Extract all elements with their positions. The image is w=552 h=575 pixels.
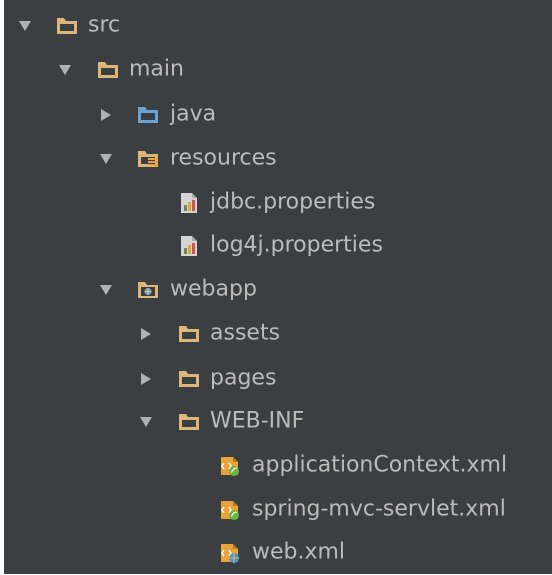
spring-xml-file-icon (218, 499, 242, 521)
tree-node-label: jdbc.properties (210, 189, 376, 215)
tree-node-label: webapp (170, 276, 257, 302)
tree-node-label: resources (170, 145, 277, 171)
tree-node-main[interactable]: main (4, 48, 552, 92)
tree-node-java[interactable]: java (4, 93, 552, 137)
tree-node-label: main (129, 56, 184, 82)
expand-arrow-icon[interactable] (140, 417, 152, 427)
tree-node-label: log4j.properties (210, 232, 383, 258)
collapse-arrow-icon[interactable] (141, 373, 151, 385)
folder-icon (55, 15, 79, 37)
folder-icon (96, 59, 120, 81)
tree-node-label: src (88, 12, 121, 38)
folder-icon (177, 411, 201, 433)
tree-node-src[interactable]: src (4, 4, 552, 48)
tree-node-label: pages (210, 365, 277, 391)
tree-node-label: web.xml (252, 539, 346, 565)
expand-arrow-icon[interactable] (100, 285, 112, 295)
folder-icon (177, 368, 201, 390)
collapse-arrow-icon[interactable] (141, 328, 151, 340)
tree-node-web-inf[interactable]: WEB-INF (4, 400, 552, 444)
collapse-arrow-icon[interactable] (101, 109, 111, 121)
tree-node-jdbc-properties[interactable]: jdbc.properties (4, 181, 552, 225)
tree-node-label: java (170, 101, 217, 127)
tree-node-log4j-properties[interactable]: log4j.properties (4, 224, 552, 268)
spring-xml-file-icon (218, 455, 242, 477)
tree-node-spring-mvc-servlet-xml[interactable]: spring-mvc-servlet.xml (4, 488, 552, 532)
tree-node-webapp[interactable]: webapp (4, 268, 552, 312)
tree-node-web-xml[interactable]: web.xml (4, 531, 552, 575)
tree-node-application-context-xml[interactable]: applicationContext.xml (4, 444, 552, 488)
project-tree-panel: src main java resources jdbc.properties … (4, 0, 552, 574)
folder-icon (177, 323, 201, 345)
expand-arrow-icon[interactable] (59, 65, 71, 75)
expand-arrow-icon[interactable] (100, 154, 112, 164)
web-folder-icon (136, 279, 160, 301)
tree-node-label: applicationContext.xml (252, 452, 508, 478)
properties-file-icon (177, 235, 201, 257)
tree-node-label: spring-mvc-servlet.xml (252, 496, 506, 522)
tree-node-label: assets (210, 320, 281, 346)
web-xml-file-icon (218, 542, 242, 564)
tree-node-label: WEB-INF (210, 408, 305, 434)
resources-folder-icon (136, 148, 160, 170)
tree-node-assets[interactable]: assets (4, 312, 552, 356)
properties-file-icon (177, 192, 201, 214)
source-folder-icon (136, 104, 160, 126)
expand-arrow-icon[interactable] (19, 21, 31, 31)
tree-node-resources[interactable]: resources (4, 137, 552, 181)
tree-node-pages[interactable]: pages (4, 357, 552, 401)
